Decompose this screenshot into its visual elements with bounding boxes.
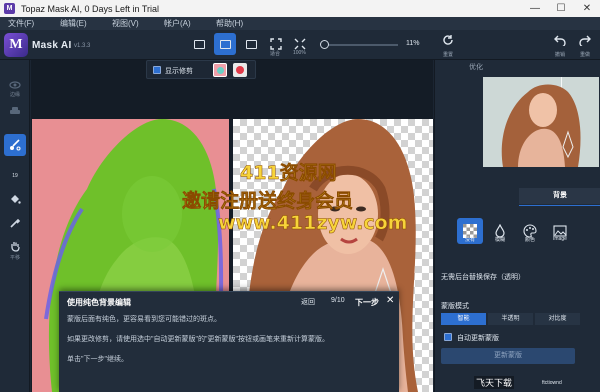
mask-color-dot [236,66,244,74]
eyedropper-tool[interactable] [4,212,26,234]
dialog-text-3: 单击"下一步"继续。 [67,356,128,363]
right-panel: 优化 背景 没有 模糊 颜色 Image 无需后台替换保存（透明） 蒙版模式 智… [434,60,600,392]
pan-tool-label: 平移 [9,255,20,261]
step-counter: 9/10 [331,297,345,304]
menu-help[interactable]: 帮助(H) [216,18,260,29]
side-by-side-icon [245,39,257,49]
active-tab-indicator [519,205,600,206]
mask-mode-title: 蒙版模式 [441,303,469,310]
redo-icon [579,35,591,48]
menu-edit[interactable]: 编辑(E) [60,18,104,29]
single-view-button[interactable] [188,33,210,55]
eye-icon [9,81,21,89]
car-icon [10,107,20,114]
mask-color-swatch[interactable] [233,63,247,77]
redo-label: 重做 [579,52,590,58]
dialog-close-icon[interactable]: ✕ [386,295,394,306]
app-version: v1.3.3 [74,43,91,49]
refresh-icon [443,35,453,45]
app-name: Mask AI [32,40,72,51]
watermark-url: www.411zyw.com [218,212,408,235]
back-button[interactable]: 返回 [301,297,315,307]
fill-tool[interactable] [4,188,26,210]
mask-mode-translucent[interactable]: 半透明 [488,313,533,325]
corner-watermark: 飞天下载 [474,376,515,389]
tab-refine[interactable]: 优化 [435,60,517,76]
fit-label: 适合 [270,51,281,57]
auto-update-label: 自动更新蒙版 [457,335,499,342]
split-view-button[interactable] [214,33,236,55]
undo-label: 撤销 [554,52,565,58]
show-mask-checkbox[interactable] [153,66,161,74]
watermark-line2: 邀请注册送终身会员 [182,190,354,213]
corner-watermark-small: ftctiownd [542,380,562,386]
panel-tabs [435,188,600,204]
background-info-text: 无需后台替换保存（透明） [441,274,525,281]
undo-icon [554,35,566,48]
watermark-line1: 411资源网 [240,162,337,185]
close-icon[interactable]: ✕ [574,0,600,17]
bg-option-blur-label: 模糊 [494,237,505,243]
side-by-side-button[interactable] [240,33,262,55]
menu-account[interactable]: 帐户(A) [164,18,208,29]
split-view-icon [219,39,231,49]
zoom-100-label: 100% [293,50,306,56]
mask-display-toolbar: 显示修剪 [146,60,256,79]
single-view-icon [193,39,205,49]
auto-update-checkbox[interactable] [444,333,452,341]
paint-bucket-icon [11,195,21,204]
undo-button[interactable] [549,34,571,49]
brush-icon [10,139,21,151]
disabled-tool[interactable] [4,100,26,122]
menu-bar: 文件(F) 编辑(E) 视图(V) 帐户(A) 帮助(H) [0,17,600,30]
minimize-icon[interactable]: — [522,0,548,17]
preview-thumbnail[interactable] [483,77,599,167]
eyedropper-icon [10,218,21,228]
update-mask-button[interactable]: 更新蒙版 [441,348,575,364]
mask-mode-smart[interactable]: 智能 [441,313,486,325]
hand-icon [11,242,20,252]
zoom-slider[interactable] [322,44,398,46]
menu-file[interactable]: 文件(F) [8,18,52,29]
reset-label: 重置 [442,52,453,58]
fit-icon [270,38,282,50]
title-bar: M Topaz Mask AI, 0 Days Left in Trial — … [0,0,600,17]
window-title: Topaz Mask AI, 0 Days Left in Trial [21,3,160,14]
edge-tool-label: 边缘 [9,92,20,98]
zoom-slider-handle[interactable] [320,40,329,49]
dialog-text-2: 如果更改修剪，请使用选中"自动更新蒙版"的"更新蒙版"按钮或画笔来重新计算蒙版。 [67,336,329,343]
app-icon: M [4,3,15,14]
next-button[interactable]: 下一步 [355,297,379,308]
reset-button[interactable] [437,34,459,49]
maximize-icon[interactable]: ☐ [548,0,574,17]
overlay-color-swatch[interactable] [213,63,227,77]
app-icon-letter: M [6,5,13,12]
app-logo: M [4,33,28,57]
bg-option-image-label: Image [553,236,567,242]
menu-view[interactable]: 视图(V) [112,18,156,29]
bg-option-none-label: 没有 [464,237,475,243]
brush-size-value: 19 [12,173,18,179]
redo-button[interactable] [574,34,596,49]
tutorial-dialog: 使用纯色背景编辑 返回 9/10 下一步 ✕ 蒙版后面有纯色，更容易看到您可能错… [59,291,399,392]
logo-letter: M [9,37,23,52]
mask-mode-contrast[interactable]: 对比度 [535,313,580,325]
preview-portrait [483,77,599,167]
left-toolbar: 边缘 19 平移 [0,60,30,392]
bg-option-color-label: 颜色 [524,237,535,243]
dialog-title: 使用纯色背景编辑 [67,298,131,307]
dialog-text-1: 蒙版后面有纯色，更容易看到您可能错过的斑点。 [67,316,221,323]
brush-tool[interactable] [4,134,26,156]
expand-icon [294,38,306,50]
show-mask-label: 显示修剪 [165,68,193,75]
overlay-color-dot [217,67,224,74]
zoom-percent: 11% [406,40,420,47]
